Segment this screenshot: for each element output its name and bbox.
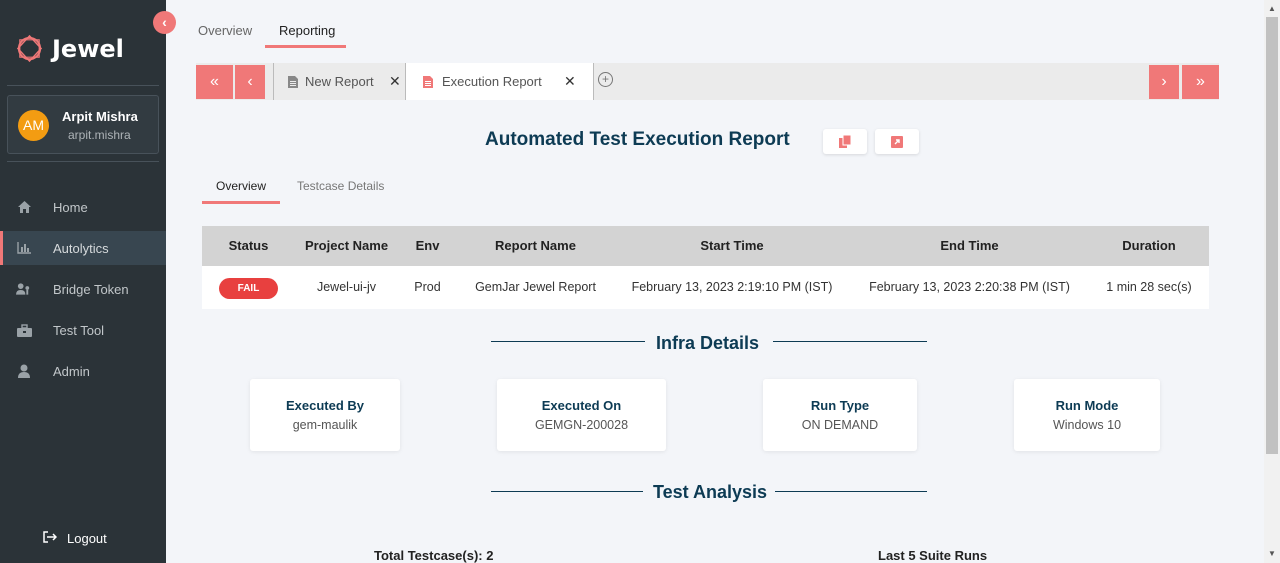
copy-button[interactable] (823, 129, 867, 154)
infra-details-title: Infra Details (656, 333, 760, 353)
chevron-right-icon: › (1161, 73, 1167, 90)
user-name: Arpit Mishra (62, 109, 138, 124)
column-header[interactable]: Start Time (614, 226, 850, 266)
column-header[interactable]: Report Name (457, 226, 614, 266)
user-profile-card[interactable]: AM Arpit Mishra arpit.mishra (7, 95, 159, 154)
table-header: Status Project Name Env Report Name Star… (202, 226, 1209, 266)
project-name-cell: Jewel-ui-jv (316, 280, 377, 294)
sidebar-item-autolytics[interactable]: Autolytics (0, 231, 166, 265)
user-handle: arpit.mishra (68, 128, 131, 142)
section-rule (491, 341, 645, 342)
double-chevron-right-icon: » (1196, 73, 1205, 90)
card-label: Run Type (810, 398, 870, 413)
scroll-down-arrow[interactable]: ▼ (1264, 547, 1280, 561)
sidebar-item-label: Test Tool (53, 322, 105, 338)
column-header[interactable]: Env (398, 226, 457, 266)
section-rule (775, 491, 927, 492)
document-icon (288, 75, 298, 88)
section-rule (773, 341, 927, 342)
sidebar-item-home[interactable]: Home (0, 190, 166, 224)
infra-card-executed-on: Executed On GEMGN-200028 (497, 379, 666, 451)
report-tab-label: Execution Report (442, 74, 542, 89)
status-badge: FAIL (219, 278, 278, 299)
document-icon (423, 75, 433, 88)
subtab-testcase-details[interactable]: Testcase Details (297, 179, 384, 193)
report-tab-execution-report[interactable]: Execution Report ✕ (405, 63, 594, 100)
chevron-left-icon: ‹ (162, 14, 167, 30)
duration-cell: 1 min 28 sec(s) (1106, 280, 1192, 294)
scroll-up-arrow[interactable]: ▲ (1264, 2, 1280, 16)
card-value: Windows 10 (1052, 418, 1122, 432)
toolbox-icon (16, 322, 32, 338)
card-value: GEMGN-200028 (534, 418, 629, 432)
scrollbar-thumb[interactable] (1266, 17, 1278, 454)
open-external-button[interactable] (875, 129, 919, 154)
copy-icon (838, 135, 851, 148)
app-logo[interactable]: Jewel (14, 33, 124, 64)
logout-label: Logout (67, 531, 107, 546)
bar-chart-icon (16, 240, 32, 256)
logout-icon (43, 531, 58, 546)
sidebar: Jewel AM Arpit Mishra arpit.mishra Home … (0, 0, 166, 563)
prev-tab-button[interactable]: ‹ (235, 65, 265, 99)
sidebar-divider (7, 85, 159, 86)
tab-overview[interactable]: Overview (198, 23, 252, 38)
subtab-overview[interactable]: Overview (216, 179, 266, 193)
infra-card-executed-by: Executed By gem-maulik (250, 379, 400, 451)
sidebar-item-label: Bridge Token (53, 281, 129, 297)
last-suite-runs-label: Last 5 Suite Runs (878, 548, 988, 563)
first-tab-button[interactable]: « (196, 65, 233, 99)
start-time-cell: February 13, 2023 2:19:10 PM (IST) (631, 280, 833, 294)
active-tab-indicator (265, 45, 346, 48)
column-header[interactable]: Project Name (295, 226, 398, 266)
card-label: Run Mode (1055, 398, 1119, 413)
home-icon (16, 199, 32, 215)
app-name: Jewel (52, 34, 124, 63)
add-tab-button[interactable]: + (598, 72, 613, 87)
report-name-cell: GemJar Jewel Report (475, 280, 596, 294)
logout-button[interactable]: Logout (43, 531, 107, 546)
last-tab-button[interactable]: » (1182, 65, 1219, 99)
total-testcases-label: Total Testcase(s): 2 (374, 548, 494, 563)
card-value: gem-maulik (292, 418, 358, 432)
sidebar-item-label: Home (53, 199, 88, 215)
card-label: Executed By (285, 398, 365, 413)
column-header[interactable]: Status (202, 226, 295, 266)
sidebar-item-test-tool[interactable]: Test Tool (0, 313, 166, 347)
sidebar-item-label: Autolytics (53, 240, 109, 256)
test-analysis-title: Test Analysis (653, 482, 768, 502)
users-key-icon (16, 281, 32, 297)
sidebar-item-label: Admin (53, 363, 90, 379)
active-subtab-indicator (202, 201, 280, 204)
report-title: Automated Test Execution Report (485, 129, 790, 150)
double-chevron-left-icon: « (210, 73, 219, 90)
sidebar-item-admin[interactable]: Admin (0, 354, 166, 388)
report-tab-label: New Report (305, 74, 374, 89)
tab-reporting[interactable]: Reporting (279, 23, 335, 38)
report-tab-new-report[interactable]: New Report ✕ (274, 63, 405, 100)
infra-card-run-mode: Run Mode Windows 10 (1014, 379, 1160, 451)
column-header[interactable]: End Time (850, 226, 1089, 266)
section-rule (491, 491, 643, 492)
plus-icon: + (601, 72, 609, 86)
user-icon (16, 363, 32, 379)
close-icon[interactable]: ✕ (564, 73, 576, 90)
table-row[interactable]: FAIL Jewel-ui-jv Prod GemJar Jewel Repor… (202, 266, 1209, 309)
env-cell: Prod (414, 280, 441, 294)
avatar: AM (18, 110, 49, 141)
next-tab-button[interactable]: › (1149, 65, 1179, 99)
column-header[interactable]: Duration (1089, 226, 1209, 266)
sidebar-divider (7, 161, 159, 162)
end-time-cell: February 13, 2023 2:20:38 PM (IST) (869, 280, 1070, 294)
close-icon[interactable]: ✕ (389, 73, 401, 90)
chevron-left-icon: ‹ (247, 73, 253, 90)
jewel-logo-icon (16, 34, 43, 63)
sidebar-item-bridge-token[interactable]: Bridge Token (0, 272, 166, 306)
card-value: ON DEMAND (801, 418, 879, 432)
collapse-sidebar-button[interactable]: ‹ (153, 11, 176, 34)
card-label: Executed On (541, 398, 622, 413)
external-link-icon (891, 135, 903, 148)
infra-card-run-type: Run Type ON DEMAND (763, 379, 917, 451)
